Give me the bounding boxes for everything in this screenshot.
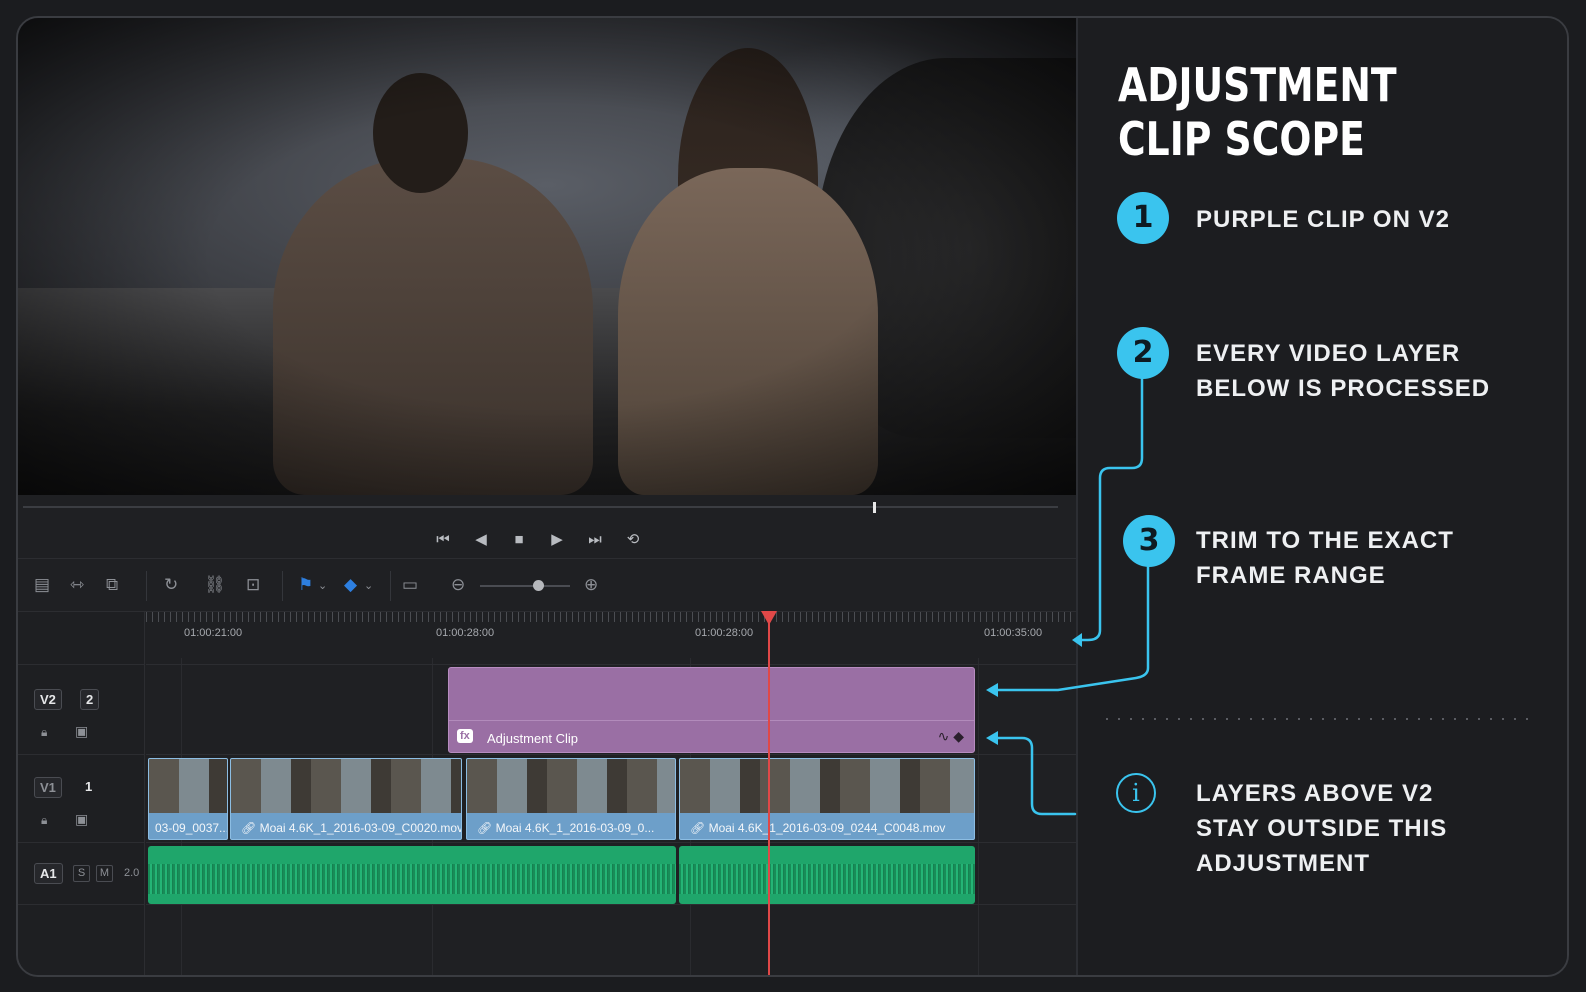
clip-view-icon[interactable]: ▭ (402, 575, 418, 595)
timecode-label: 01:00:21:00 (184, 627, 243, 639)
timeline-toolbar: ▤ ⇿ ⧉ ↻ ⛓ ⊡ ⚑ ⌄ ◆ ⌄ ▭ ⊖ ⊕ (18, 558, 1076, 612)
zoom-out-icon[interactable]: ⊖ (451, 575, 465, 595)
track-number-v2[interactable]: 2 (80, 689, 100, 710)
step-number-badge: 2 (1117, 327, 1169, 379)
clip-name-text: Moai 4.6K_1_2016-03-09_0244_C0048.mov (708, 821, 946, 835)
lock-icon[interactable]: ⊡ (246, 575, 260, 595)
video-clip[interactable]: 🔗︎ Moai 4.6K_1_2016-03-09_0244_C0048.mov (679, 758, 975, 840)
marker-icon[interactable]: ◆ (344, 575, 357, 595)
timeline-view-icon[interactable]: ▤ (34, 575, 50, 595)
step-number-badge: 3 (1123, 515, 1175, 567)
mute-button[interactable]: M (96, 865, 113, 882)
timecode-label: 01:00:35:00 (984, 627, 1043, 639)
go-to-end-icon[interactable]: ⏭ (584, 531, 606, 548)
adjustment-clip-label: Adjustment Clip (487, 731, 579, 746)
info-text: LAYERS ABOVE V2 STAY OUTSIDE THIS ADJUST… (1196, 780, 1448, 877)
step-number-badge: 1 (1117, 192, 1169, 244)
zoom-slider[interactable] (480, 585, 570, 587)
panel-title: ADJUSTMENT CLIP SCOPE (1118, 58, 1397, 166)
scrub-bar[interactable] (23, 506, 1058, 508)
clip-name: 03-09_0037... (155, 821, 228, 835)
clip-thumbnails (231, 759, 461, 813)
audio-waveform (679, 864, 975, 894)
disable-track-icon[interactable]: ▣ (75, 811, 88, 828)
track-header-empty (18, 904, 145, 975)
transport-controls: ⏮ ◀ ■ ▶ ⏭ ⟲ (432, 528, 644, 550)
viewer-vignette (18, 18, 1076, 495)
track-label-v1[interactable]: V1 (34, 777, 62, 798)
lock-icon[interactable]: 🔒︎ (41, 725, 47, 740)
clip-name-text: Moai 4.6K_1_2016-03-09_0... (495, 821, 655, 835)
playhead-handle[interactable] (761, 611, 777, 625)
trim-icon[interactable]: ⇿ (70, 575, 84, 595)
audio-channel-label: 2.0 (124, 867, 140, 879)
zoom-in-icon[interactable]: ⊕ (584, 575, 598, 595)
toolbar-divider (390, 571, 391, 601)
track-number-v1[interactable]: 1 (80, 777, 97, 796)
app-frame: ⏮ ◀ ■ ▶ ⏭ ⟲ ▤ ⇿ ⧉ ↻ ⛓ ⊡ ⚑ ⌄ ◆ ⌄ ▭ ⊖ ⊕ V2… (16, 16, 1569, 977)
clip-name: 🔗︎ Moai 4.6K_1_2016-03-09_C0020.mov (241, 821, 462, 835)
video-clip[interactable]: 🔗︎ Moai 4.6K_1_2016-03-09_0... (466, 758, 676, 840)
track-headers: V2 2 🔒︎ ▣ V1 1 🔒︎ ▣ A1 S M 2.0 (18, 612, 145, 975)
disable-track-icon[interactable]: ▣ (75, 723, 88, 740)
zoom-slider-knob[interactable] (533, 580, 544, 591)
dotted-divider (1106, 718, 1536, 720)
clip-divider (449, 720, 974, 721)
clip-name: 🔗︎ Moai 4.6K_1_2016-03-09_0... (477, 821, 655, 835)
play-icon[interactable]: ▶ (546, 530, 568, 548)
curve-keyframe-icon[interactable]: ∿ ◆ (938, 728, 964, 745)
snap-icon[interactable]: ↻ (164, 575, 178, 595)
audio-waveform (148, 864, 676, 894)
clip-name: 🔗︎ Moai 4.6K_1_2016-03-09_0244_C0048.mov (690, 821, 946, 835)
fx-icon: fx (457, 729, 473, 743)
video-clip[interactable]: 03-09_0037... (148, 758, 228, 840)
flag-icon[interactable]: ⚑ (298, 575, 313, 595)
clip-thumbnails (149, 759, 227, 813)
adjustment-clip[interactable]: fx Adjustment Clip ∿ ◆ (448, 667, 975, 753)
lane-empty (146, 904, 1076, 975)
timecode-label: 01:00:28:00 (695, 627, 754, 639)
go-to-start-icon[interactable]: ⏮ (432, 531, 454, 548)
chevron-down-icon[interactable]: ⌄ (364, 579, 373, 592)
track-header-a1: A1 S M 2.0 (18, 842, 145, 904)
video-clip[interactable]: 🔗︎ Moai 4.6K_1_2016-03-09_C0020.mov (230, 758, 462, 840)
clip-name-text: Moai 4.6K_1_2016-03-09_C0020.mov (259, 821, 462, 835)
scrub-handle[interactable] (873, 502, 876, 513)
play-reverse-icon[interactable]: ◀ (470, 530, 492, 548)
step-text: EVERY VIDEO LAYER BELOW IS PROCESSED (1196, 340, 1491, 402)
track-header-v1: V1 1 🔒︎ ▣ (18, 754, 145, 842)
track-label-v2[interactable]: V2 (34, 689, 62, 710)
timecode-label: 01:00:28:00 (436, 627, 495, 639)
video-viewer[interactable] (18, 18, 1076, 495)
loop-icon[interactable]: ⟲ (622, 530, 644, 548)
toolbar-divider (146, 571, 147, 601)
timeline-ruler[interactable]: 01:00:21:00 01:00:28:00 01:00:28:00 01:0… (146, 612, 1076, 658)
blade-icon[interactable]: ⧉ (106, 575, 118, 595)
stop-icon[interactable]: ■ (508, 531, 530, 548)
clip-thumbnails (467, 759, 675, 813)
track-header-v2: V2 2 🔒︎ ▣ (18, 664, 145, 754)
track-label-a1[interactable]: A1 (34, 863, 63, 884)
audio-clip[interactable] (679, 846, 975, 904)
audio-clip[interactable] (148, 846, 676, 904)
step-text: PURPLE CLIP ON V2 (1196, 206, 1450, 233)
solo-button[interactable]: S (73, 865, 90, 882)
link-icon[interactable]: ⛓ (204, 575, 226, 595)
playhead[interactable] (768, 618, 770, 975)
lock-icon[interactable]: 🔒︎ (41, 813, 47, 828)
info-icon: i (1116, 773, 1156, 813)
clip-thumbnails (680, 759, 974, 813)
toolbar-divider (282, 571, 283, 601)
step-text: TRIM TO THE EXACT FRAME RANGE (1196, 527, 1454, 589)
chevron-down-icon[interactable]: ⌄ (318, 579, 327, 592)
info-panel: ADJUSTMENT CLIP SCOPE 1 PURPLE CLIP ON V… (1076, 18, 1567, 975)
